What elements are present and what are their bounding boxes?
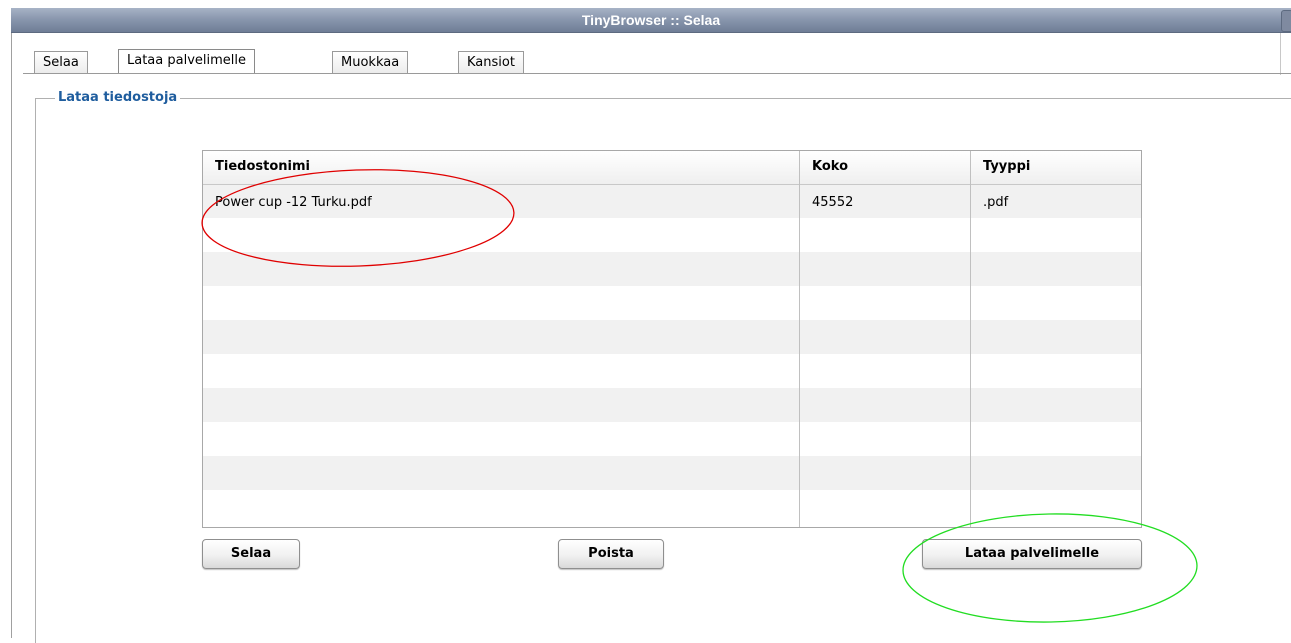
file-size-cell: 45552 <box>812 195 854 210</box>
tab-muokkaa[interactable]: Muokkaa <box>332 51 409 73</box>
window-control-icon[interactable] <box>1281 10 1291 32</box>
tab-lataa-palvelimelle[interactable]: Lataa palvelimelle <box>118 49 255 74</box>
file-type-cell: .pdf <box>983 195 1009 210</box>
table-row-empty <box>203 218 1141 252</box>
window-titlebar[interactable]: TinyBrowser :: Selaa <box>11 8 1291 33</box>
tab-kansiot[interactable]: Kansiot <box>458 51 524 73</box>
column-divider <box>970 151 971 527</box>
file-name-cell: Power cup -12 Turku.pdf <box>215 195 372 210</box>
column-header-filename[interactable]: Tiedostonimi <box>215 159 310 174</box>
browse-button[interactable]: Selaa <box>202 539 300 569</box>
remove-button[interactable]: Poista <box>558 539 664 569</box>
table-row-empty <box>203 320 1141 354</box>
table-row-empty <box>203 354 1141 388</box>
table-header: Tiedostonimi Koko Tyyppi <box>203 151 1141 185</box>
tab-label: Selaa <box>43 55 79 70</box>
fieldset-legend: Lataa tiedostoja <box>55 90 181 105</box>
table-row-empty <box>203 490 1141 524</box>
table-row-empty <box>203 422 1141 456</box>
tab-selaa[interactable]: Selaa <box>34 51 88 73</box>
window-right-border <box>1280 33 1281 75</box>
table-row-empty <box>203 388 1141 422</box>
window-left-border <box>11 33 12 638</box>
column-header-size[interactable]: Koko <box>812 159 848 174</box>
file-table: Tiedostonimi Koko Tyyppi Power cup -12 T… <box>202 150 1142 528</box>
column-header-type[interactable]: Tyyppi <box>983 159 1030 174</box>
tabs-divider <box>23 73 1291 74</box>
upload-button[interactable]: Lataa palvelimelle <box>922 539 1142 569</box>
tab-label: Muokkaa <box>341 55 400 70</box>
tab-label: Lataa palvelimelle <box>127 53 246 68</box>
table-row-empty <box>203 286 1141 320</box>
tab-label: Kansiot <box>467 55 515 70</box>
table-row-empty <box>203 456 1141 490</box>
window-title: TinyBrowser :: Selaa <box>581 12 721 28</box>
table-row-empty <box>203 252 1141 286</box>
column-divider <box>799 151 800 527</box>
